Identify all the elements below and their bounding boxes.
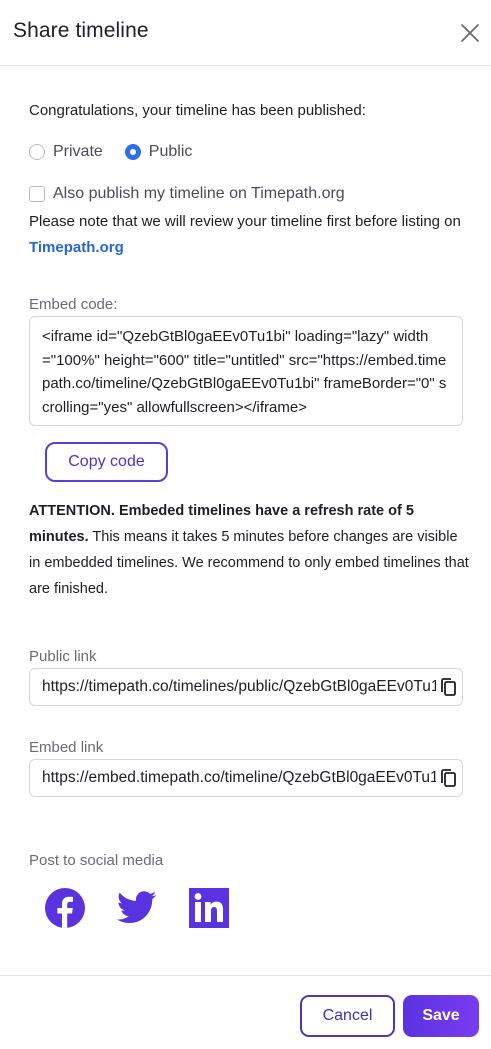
listing-checkbox-row[interactable]: Also publish my timeline on Timepath.org xyxy=(29,185,345,203)
review-note: Please note that we will review your tim… xyxy=(29,209,474,261)
embed-link-url: https://embed.timepath.co/timeline/QzebG… xyxy=(42,769,451,786)
copy-icon[interactable] xyxy=(436,766,462,792)
radio-public-circle[interactable] xyxy=(124,144,141,160)
embed-link-label: Embed link xyxy=(29,739,104,756)
radio-private-circle[interactable] xyxy=(29,144,45,160)
review-note-text: Please note that we will review your tim… xyxy=(29,213,461,230)
linkedin-icon[interactable] xyxy=(188,887,230,929)
embed-link-field[interactable]: https://embed.timepath.co/timeline/QzebG… xyxy=(29,759,463,797)
twitter-icon[interactable] xyxy=(116,887,158,929)
cancel-button[interactable]: Cancel xyxy=(300,995,395,1037)
save-button[interactable]: Save xyxy=(403,995,479,1037)
copy-code-button[interactable]: Copy code xyxy=(45,442,168,482)
dialog-title: Share timeline xyxy=(13,19,149,42)
dialog-header: Share timeline xyxy=(0,0,491,66)
copy-icon[interactable] xyxy=(436,675,462,701)
timepath-link[interactable]: Timepath.org xyxy=(29,239,124,256)
facebook-icon[interactable] xyxy=(44,887,86,929)
listing-checkbox[interactable] xyxy=(29,186,45,202)
public-link-url: https://timepath.co/timelines/public/Qze… xyxy=(42,678,452,695)
listing-checkbox-label: Also publish my timeline on Timepath.org xyxy=(53,185,345,202)
embed-code-textarea[interactable]: <iframe id="QzebGtBl0gaEEv0Tu1bi" loadin… xyxy=(29,316,463,426)
radio-public[interactable]: Public xyxy=(124,143,193,161)
attention-note: ATTENTION. Embeded timelines have a refr… xyxy=(29,498,469,602)
publish-message: Congratulations, your timeline has been … xyxy=(29,102,366,119)
radio-private-label: Private xyxy=(53,143,103,160)
close-icon[interactable] xyxy=(458,21,482,45)
radio-private[interactable]: Private xyxy=(29,143,103,161)
radio-public-label: Public xyxy=(148,143,193,160)
public-link-label: Public link xyxy=(29,648,97,665)
public-link-field[interactable]: https://timepath.co/timelines/public/Qze… xyxy=(29,668,463,706)
social-media-label: Post to social media xyxy=(29,852,164,869)
embed-code-label: Embed code: xyxy=(29,296,118,313)
visibility-radio-group: Private Public xyxy=(29,142,214,162)
attention-text: This means it takes 5 minutes before cha… xyxy=(29,529,469,597)
